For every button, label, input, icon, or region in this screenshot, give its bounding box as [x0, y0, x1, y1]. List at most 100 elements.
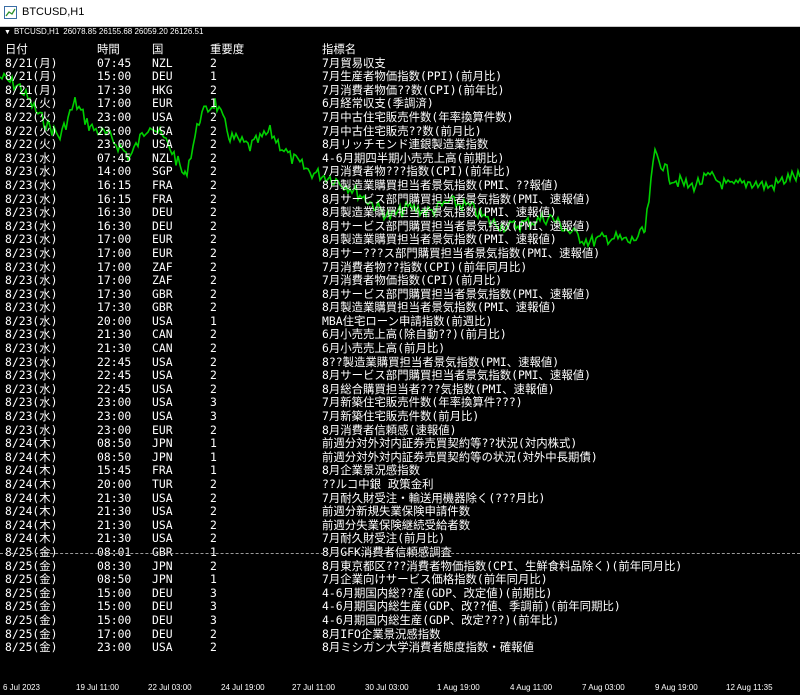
- time-axis-label: 12 Aug 11:35: [726, 683, 773, 692]
- row-importance: 2: [210, 368, 217, 383]
- row-indicator-name: 7月企業向けサービス価格指数(前年同月比): [322, 572, 548, 587]
- row-importance: 2: [210, 205, 217, 220]
- row-date: 8/23(水): [5, 368, 58, 383]
- table-row: 8/25(金) 08:50 JPN 1 7月企業向けサービス価格指数(前年同月比): [0, 573, 800, 587]
- table-row: 8/23(水) 17:30 GBR 2 8月製造業購買担当者景気指数(PMI、速報値): [0, 301, 800, 315]
- table-row: 8/23(水) 21:30 CAN 2 6月小売売上高(前月比): [0, 341, 800, 356]
- row-indicator-name: 8月IFO企業景況感指数: [322, 626, 441, 641]
- row-time: 15:00: [97, 69, 132, 84]
- row-indicator-name: 8月サービス部門購買担当者景気指数(PMI、速報値): [322, 191, 591, 206]
- row-importance: 1: [210, 463, 217, 478]
- table-row: 8/24(木) 21:30 USA 2 7月耐久財受注・輸送用機器除く(???月比): [0, 490, 800, 506]
- row-country: USA: [152, 354, 173, 369]
- row-importance: 2: [210, 300, 217, 315]
- row-importance: 2: [210, 55, 217, 70]
- row-indicator-name: 7月消費者物??指数(CPI)(前年同月比): [322, 259, 528, 274]
- chart-area[interactable]: ▼ BTCUSD,H1 26078.85 26155.68 26059.20 261…: [0, 27, 800, 695]
- row-importance: 2: [210, 137, 217, 152]
- header-importance: 重要度: [210, 42, 245, 56]
- row-importance: 2: [210, 490, 217, 505]
- row-date: 8/22(火): [5, 137, 58, 152]
- row-indicator-name: 8月製造業購買担当者景気指数(PMI、速報値): [322, 205, 557, 220]
- row-date: 8/24(木): [5, 449, 58, 464]
- row-date: 8/23(水): [5, 205, 58, 220]
- table-row: 8/24(木) 21:30 USA 2 前週分失業保険継続受給者数: [0, 517, 800, 533]
- row-indicator-name: 8月サー???ス部門購買担当者景気指数(PMI、速報値): [322, 245, 601, 260]
- row-importance: 3: [210, 409, 217, 424]
- table-row: 8/25(金) 08:30 JPN 2 8月東京都区???消費者物価指数(CPI、生鮮食…: [0, 558, 800, 574]
- row-indicator-name: 7月消費者物価指数(CPI)(前月比): [322, 273, 503, 288]
- row-country: USA: [152, 368, 173, 383]
- row-time: 07:45: [97, 150, 132, 165]
- row-time: 16:30: [97, 205, 132, 220]
- row-country: USA: [152, 490, 173, 505]
- row-country: USA: [152, 395, 173, 410]
- row-indicator-name: ??ルコ中銀 政策金利: [322, 477, 434, 491]
- row-date: 8/22(火): [5, 123, 58, 138]
- table-row: 8/25(金) 15:00 DEU 3 4-6月期国内総生産(GDP、改定???)(前年…: [0, 612, 800, 628]
- row-country: FRA: [152, 191, 173, 206]
- row-country: FRA: [152, 463, 173, 478]
- row-date: 8/23(水): [5, 273, 58, 288]
- row-indicator-name: 8月企業景況感指数: [322, 463, 420, 478]
- time-axis-label: 27 Jul 11:00: [292, 683, 335, 692]
- row-date: 8/25(金): [5, 626, 58, 641]
- row-country: JPN: [152, 436, 173, 451]
- table-row: 8/23(水) 17:00 EUR 2 8月製造業購買担当者景気指数(PMI、速報値): [0, 233, 800, 247]
- row-importance: 2: [210, 422, 217, 437]
- row-importance: 2: [210, 177, 217, 192]
- table-row: 8/24(木) 15:45 FRA 1 8月企業景況感指数: [0, 464, 800, 478]
- header-indicator: 指標名: [322, 42, 357, 56]
- row-time: 23:00: [97, 395, 132, 410]
- row-country: ZAF: [152, 259, 173, 274]
- row-importance: 1: [210, 436, 217, 451]
- row-date: 8/22(火): [5, 109, 58, 124]
- row-time: 08:30: [97, 558, 132, 573]
- table-row: 8/24(木) 20:00 TUR 2 ??ルコ中銀 政策金利: [0, 477, 800, 492]
- period-separator-line: [0, 553, 800, 554]
- row-country: USA: [152, 531, 173, 546]
- row-indicator-name: 7月消費者物???指数(CPI)(前年比): [322, 164, 512, 179]
- row-indicator-name: 7月新築住宅販売件数(前月比): [322, 409, 480, 424]
- row-country: USA: [152, 409, 173, 424]
- row-indicator-name: 前週分新規失業保険申請件数: [322, 504, 471, 519]
- table-row: 8/25(金) 23:00 USA 2 8月ミシガン大学消費者態度指数・確報値: [0, 641, 800, 655]
- row-date: 8/23(水): [5, 164, 58, 179]
- table-row: 8/24(木) 08:50 JPN 1 前週分対外対内証券売買契約等??状況(対内株式): [0, 437, 800, 451]
- table-row: 8/21(月) 07:45 NZL 2 7月貿易収支: [0, 55, 800, 71]
- row-indicator-name: 7月中古住宅販売??数(前月比): [322, 123, 482, 138]
- row-date: 8/23(水): [5, 300, 58, 315]
- table-row: 8/22(火) 23:00 USA 2 8月リッチモンド連銀製造業指数: [0, 138, 800, 152]
- row-date: 8/23(水): [5, 177, 58, 192]
- row-indicator-name: 8月製造業購買担当者景気指数(PMI、速報値): [322, 300, 557, 315]
- table-row: 8/23(水) 22:45 USA 2 8月サービス部門購買担当者景気指数(PMI、速報…: [0, 369, 800, 383]
- row-country: USA: [152, 109, 173, 124]
- row-date: 8/21(月): [5, 69, 58, 84]
- row-importance: 2: [210, 517, 217, 532]
- row-importance: 3: [210, 395, 217, 410]
- row-indicator-name: 6月経常収支(季調済): [322, 96, 434, 111]
- triangle-down-icon: ▼: [4, 29, 11, 36]
- table-row: 8/23(水) 17:00 ZAF 2 7月消費者物??指数(CPI)(前年同月比): [0, 259, 800, 275]
- row-country: USA: [152, 640, 173, 655]
- row-importance: 2: [210, 327, 217, 342]
- row-indicator-name: 7月消費者物価??数(CPI)(前年比): [322, 82, 505, 97]
- row-date: 8/24(木): [5, 463, 58, 478]
- row-indicator-name: 8月サービス部門購買担当者景気指数(PMI、速報値): [322, 286, 591, 301]
- row-date: 8/23(水): [5, 150, 58, 165]
- table-row: 8/21(月) 15:00 DEU 1 7月生産者物価指数(PPI)(前月比): [0, 70, 800, 84]
- table-row: 8/23(水) 17:30 GBR 2 8月サービス部門購買担当者景気指数(PMI、速報…: [0, 286, 800, 302]
- table-row: 8/23(水) 23:00 EUR 2 8月消費者信頼感(速報値): [0, 422, 800, 438]
- row-date: 8/24(木): [5, 436, 58, 451]
- row-indicator-name: 前週分失業保険継続受給者数: [322, 517, 471, 532]
- row-time: 23:00: [97, 123, 132, 138]
- row-indicator-name: 8月製造業購買担当者景気指数(PMI、??報値): [322, 177, 560, 192]
- row-time: 17:00: [97, 232, 132, 247]
- row-time: 15:00: [97, 585, 132, 600]
- row-time: 20:00: [97, 313, 132, 328]
- row-importance: 1: [210, 572, 217, 587]
- row-date: 8/25(金): [5, 612, 58, 627]
- row-indicator-name: 4-6月期国内総??産(GDP、改定値)(前期比): [322, 585, 553, 600]
- row-country: CAN: [152, 341, 173, 356]
- row-country: JPN: [152, 449, 173, 464]
